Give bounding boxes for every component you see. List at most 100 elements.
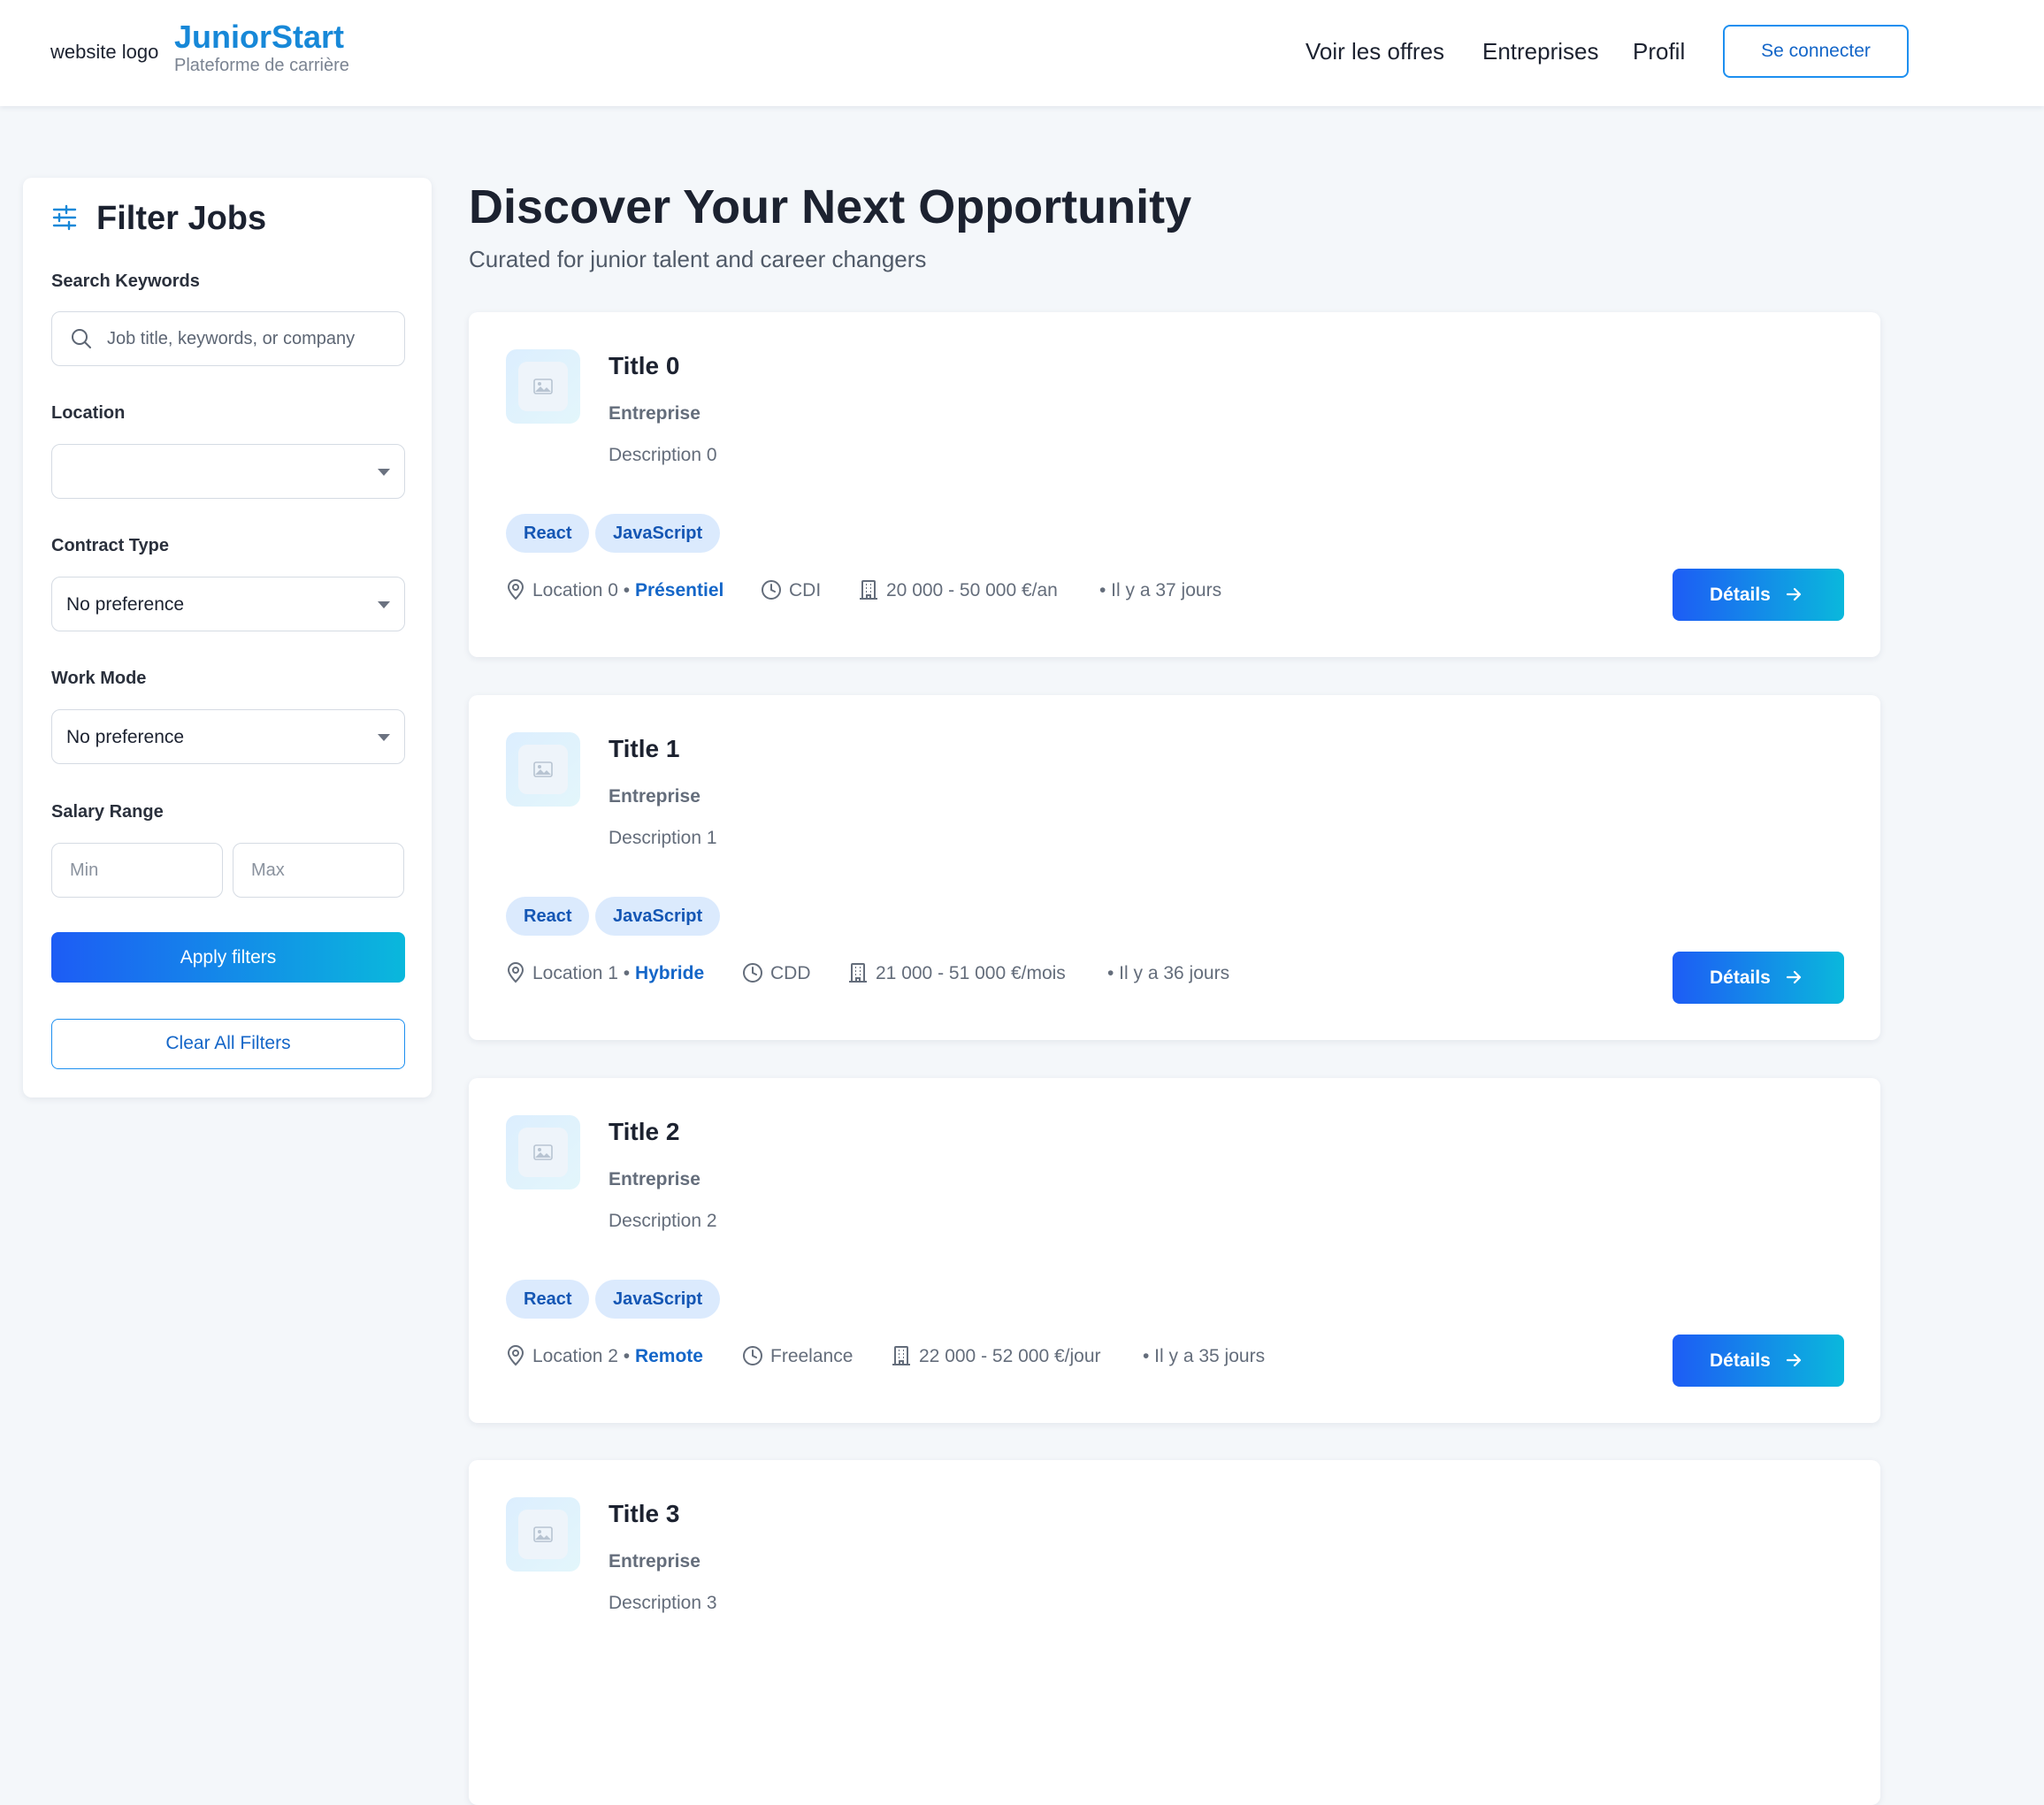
job-contract: Freelance [742, 1343, 853, 1370]
chevron-down-icon [378, 469, 390, 476]
skill-tag: React [506, 897, 590, 936]
job-location: Location 0 • Présentiel [506, 577, 723, 604]
image-placeholder-icon [533, 379, 553, 394]
details-label: Détails [1710, 968, 1771, 988]
apply-filters-button[interactable]: Apply filters [51, 932, 405, 983]
salary-text: 21 000 - 51 000 €/mois [876, 963, 1066, 983]
building-icon [892, 1346, 910, 1365]
work-mode: Présentiel [634, 580, 724, 600]
clear-filters-button[interactable]: Clear All Filters [51, 1019, 405, 1069]
nav-entreprises[interactable]: Entreprises [1482, 37, 1599, 65]
job-card-2: Title 2 Entreprise Description 2 React Ja… [469, 1078, 1880, 1423]
job-contract: CDI [761, 577, 821, 604]
contract-type-label: Contract Type [51, 536, 169, 555]
skill-tag: JavaScript [595, 897, 721, 936]
job-card-1: Title 1 Entreprise Description 1 React Ja… [469, 695, 1880, 1040]
location-text: Location 2 [532, 1346, 618, 1366]
salary-max-placeholder: Max [251, 860, 285, 880]
salary-min-placeholder: Min [70, 860, 99, 880]
search-icon [72, 329, 91, 348]
contract-text: CDI [789, 580, 822, 600]
company-logo [506, 1115, 580, 1189]
job-salary: 22 000 - 52 000 €/jour [891, 1343, 1101, 1370]
skill-tag: React [506, 1280, 590, 1319]
search-placeholder: Job title, keywords, or company [107, 329, 356, 348]
clock-icon [743, 1346, 762, 1365]
chevron-down-icon [378, 601, 390, 608]
image-placeholder-icon [533, 1526, 553, 1542]
job-description: Description 2 [609, 1211, 717, 1231]
arrow-right-icon [1786, 1353, 1802, 1367]
job-description: Description 3 [609, 1593, 717, 1613]
job-description: Description 0 [609, 445, 717, 465]
salary-text: 20 000 - 50 000 €/an [886, 580, 1058, 600]
location-label: Location [51, 403, 126, 423]
salary-max-input[interactable]: Max [233, 843, 404, 898]
details-button[interactable]: Détails [1673, 569, 1844, 621]
website-logo[interactable]: website logo [50, 41, 158, 64]
sliders-icon [52, 204, 77, 231]
brand-name: JuniorStart [174, 19, 345, 55]
filter-title: Filter Jobs [96, 200, 267, 237]
arrow-right-icon [1786, 970, 1802, 984]
job-salary: 20 000 - 50 000 €/an [858, 577, 1058, 604]
job-description: Description 1 [609, 828, 717, 848]
building-icon [860, 580, 877, 600]
clock-icon [762, 580, 781, 600]
work-mode: Remote [634, 1346, 703, 1366]
filter-sidebar: Filter Jobs Search Keywords Job title, k… [23, 178, 432, 1098]
keywords-label: Search Keywords [51, 272, 200, 291]
job-location: Location 2 • Remote [506, 1343, 703, 1370]
job-contract: CDD [742, 960, 811, 987]
details-button[interactable]: Détails [1673, 952, 1844, 1004]
page-subtitle: Curated for junior talent and career cha… [469, 246, 927, 272]
work-mode-label: Work Mode [51, 669, 147, 688]
nav-profil[interactable]: Profil [1633, 37, 1685, 65]
clock-icon [743, 963, 762, 983]
salary-range-label: Salary Range [51, 802, 164, 822]
salary-min-input[interactable]: Min [51, 843, 223, 898]
map-pin-icon [507, 579, 524, 600]
salary-text: 22 000 - 52 000 €/jour [919, 1346, 1101, 1366]
contract-text: CDD [770, 963, 811, 983]
image-placeholder-icon [533, 1144, 553, 1160]
brand[interactable]: JuniorStart Plateforme de carrière [174, 19, 349, 76]
chevron-down-icon [378, 734, 390, 741]
contract-type-select[interactable]: No preference [51, 577, 405, 631]
job-title[interactable]: Title 2 [609, 1118, 679, 1146]
job-title[interactable]: Title 1 [609, 735, 679, 763]
login-button[interactable]: Se connecter [1723, 25, 1909, 78]
work-mode-select[interactable]: No preference [51, 709, 405, 764]
map-pin-icon [507, 1345, 524, 1366]
job-title[interactable]: Title 0 [609, 352, 679, 380]
site-header: website logo JuniorStart Plateforme de c… [0, 0, 2044, 106]
location-text: Location 0 [532, 580, 618, 600]
nav-voir-les-offres[interactable]: Voir les offres [1305, 37, 1444, 65]
image-placeholder-icon [533, 761, 553, 777]
building-icon [849, 963, 867, 983]
skill-tag: JavaScript [595, 514, 721, 553]
work-mode-value: No preference [66, 727, 185, 747]
job-salary: 21 000 - 51 000 €/mois [847, 960, 1066, 987]
work-mode: Hybride [634, 963, 705, 983]
location-text: Location 1 [532, 963, 618, 983]
page-title: Discover Your Next Opportunity [469, 180, 1192, 233]
job-company: Entreprise [609, 1551, 700, 1572]
contract-type-value: No preference [66, 594, 185, 615]
map-pin-icon [507, 962, 524, 983]
job-card-3: Title 3 Entreprise Description 3 [469, 1460, 1880, 1805]
location-select[interactable] [51, 444, 405, 499]
search-input[interactable]: Job title, keywords, or company [51, 311, 405, 366]
details-label: Détails [1710, 1350, 1771, 1371]
company-logo [506, 1497, 580, 1572]
job-card-0: Title 0 Entreprise Description 0 React Ja… [469, 312, 1880, 657]
arrow-right-icon [1786, 587, 1802, 601]
job-title[interactable]: Title 3 [609, 1500, 679, 1528]
job-company: Entreprise [609, 786, 700, 807]
skill-tag: JavaScript [595, 1280, 721, 1319]
company-logo [506, 732, 580, 807]
job-location: Location 1 • Hybride [506, 960, 704, 987]
details-label: Détails [1710, 585, 1771, 605]
job-company: Entreprise [609, 1169, 700, 1189]
details-button[interactable]: Détails [1673, 1335, 1844, 1387]
